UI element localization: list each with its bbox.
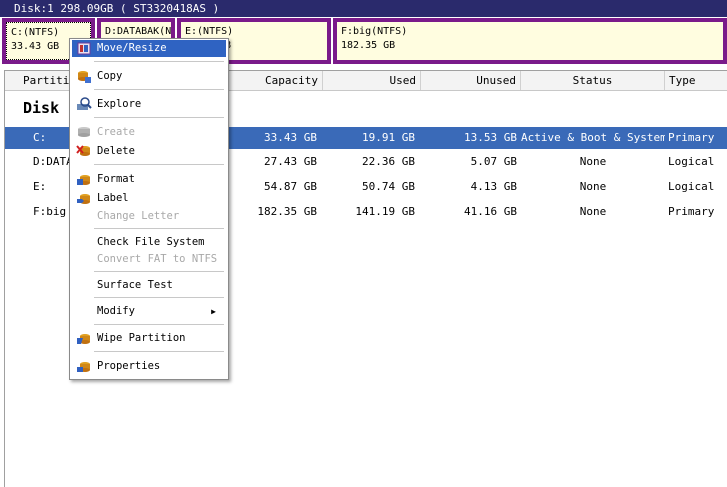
menu-item-move-resize[interactable]: Move/Resize xyxy=(72,40,226,57)
disk-title-bar: Disk:1 298.09GB ( ST3320418AS ) xyxy=(0,0,727,17)
partition-cell: F:big xyxy=(33,205,67,218)
unused-cell: 4.13 GB xyxy=(470,180,517,193)
column-used[interactable]: Used xyxy=(323,71,421,90)
status-cell: None xyxy=(579,180,607,193)
partition-cell: D:DATA xyxy=(33,155,73,168)
unused-cell: 5.07 GB xyxy=(470,155,517,168)
unused-cell: 13.53 GB xyxy=(464,131,517,144)
partition-f-size: 182.35 GB xyxy=(341,40,396,51)
menu-label: Wipe Partition xyxy=(97,332,186,344)
capacity-cell: 182.35 GB xyxy=(257,205,317,218)
menu-item-surface-test[interactable]: Surface Test xyxy=(72,277,226,294)
menu-label: Format xyxy=(97,173,135,185)
partition-cell: C: xyxy=(33,131,47,144)
menu-item-convert-fat-ntfs: Convert FAT to NTFS xyxy=(72,251,226,268)
menu-item-wipe-partition[interactable]: Wipe Partition xyxy=(72,330,226,347)
menu-separator xyxy=(94,324,224,325)
menu-label: Check File System xyxy=(97,236,205,248)
menu-separator xyxy=(94,351,224,352)
submenu-arrow-icon: ▶ xyxy=(211,307,216,316)
capacity-cell: 27.43 GB xyxy=(264,155,317,168)
column-capacity[interactable]: Capacity xyxy=(231,71,323,90)
disk-group-title: Disk xyxy=(23,99,60,117)
copy-icon xyxy=(78,71,91,83)
menu-label: Label xyxy=(97,192,129,204)
format-icon xyxy=(77,175,90,185)
move-resize-icon xyxy=(77,42,91,55)
status-cell: Active & Boot & System xyxy=(521,131,665,144)
menu-separator xyxy=(94,117,224,118)
partition-block-f[interactable]: F:big(NTFS) 182.35 GB xyxy=(333,18,727,64)
label-icon xyxy=(77,194,90,204)
menu-separator xyxy=(94,228,224,229)
menu-label: Move/Resize xyxy=(97,42,167,54)
menu-item-delete[interactable]: Delete xyxy=(72,143,226,160)
menu-separator xyxy=(94,89,224,90)
type-cell: Primary xyxy=(668,205,715,218)
menu-item-properties[interactable]: Properties xyxy=(72,358,226,375)
partition-f-name: F:big(NTFS) xyxy=(341,26,408,37)
menu-label: Copy xyxy=(97,70,123,82)
properties-icon xyxy=(77,362,90,372)
delete-icon xyxy=(76,145,90,156)
type-cell: Logical xyxy=(668,155,715,168)
menu-separator xyxy=(94,271,224,272)
menu-separator xyxy=(94,61,224,62)
menu-item-modify[interactable]: Modify ▶ xyxy=(72,303,226,320)
explore-icon xyxy=(77,97,92,110)
menu-label: Explore xyxy=(97,98,142,110)
disk-title: Disk:1 298.09GB ( ST3320418AS ) xyxy=(14,2,220,15)
unused-cell: 41.16 GB xyxy=(464,205,517,218)
menu-label: Convert FAT to NTFS xyxy=(97,253,218,265)
used-cell: 19.91 GB xyxy=(362,131,415,144)
menu-item-create: Create xyxy=(72,124,226,141)
menu-item-copy[interactable]: Copy xyxy=(72,68,226,85)
menu-item-format[interactable]: Format xyxy=(72,171,226,188)
menu-label: Surface Test xyxy=(97,279,173,291)
menu-label: Properties xyxy=(97,360,161,372)
context-menu: Move/Resize Copy Explore Create Delete F… xyxy=(69,38,229,380)
menu-item-check-file-system[interactable]: Check File System xyxy=(72,234,226,251)
column-unused[interactable]: Unused xyxy=(421,71,521,90)
partition-d-name: D:DATABAK(N xyxy=(105,26,171,37)
column-status[interactable]: Status xyxy=(521,71,665,90)
menu-separator xyxy=(94,297,224,298)
used-cell: 141.19 GB xyxy=(355,205,415,218)
used-cell: 50.74 GB xyxy=(362,180,415,193)
menu-label: Change Letter xyxy=(97,210,180,222)
type-cell: Primary xyxy=(668,131,715,144)
wipe-icon xyxy=(77,334,90,344)
capacity-cell: 54.87 GB xyxy=(264,180,317,193)
menu-label: Modify xyxy=(97,305,135,317)
menu-item-label[interactable]: Label xyxy=(72,190,226,207)
menu-item-change-letter: Change Letter xyxy=(72,208,226,225)
capacity-cell: 33.43 GB xyxy=(264,131,317,144)
status-cell: None xyxy=(579,205,607,218)
menu-label: Delete xyxy=(97,145,135,157)
status-cell: None xyxy=(579,155,607,168)
column-type[interactable]: Type xyxy=(665,71,727,90)
create-icon xyxy=(78,127,90,137)
partition-e-name: E:(NTFS) xyxy=(185,26,234,37)
partition-cell: E: xyxy=(33,180,47,193)
menu-item-explore[interactable]: Explore xyxy=(72,96,226,113)
type-cell: Logical xyxy=(668,180,715,193)
menu-label: Create xyxy=(97,126,135,138)
menu-separator xyxy=(94,164,224,165)
used-cell: 22.36 GB xyxy=(362,155,415,168)
